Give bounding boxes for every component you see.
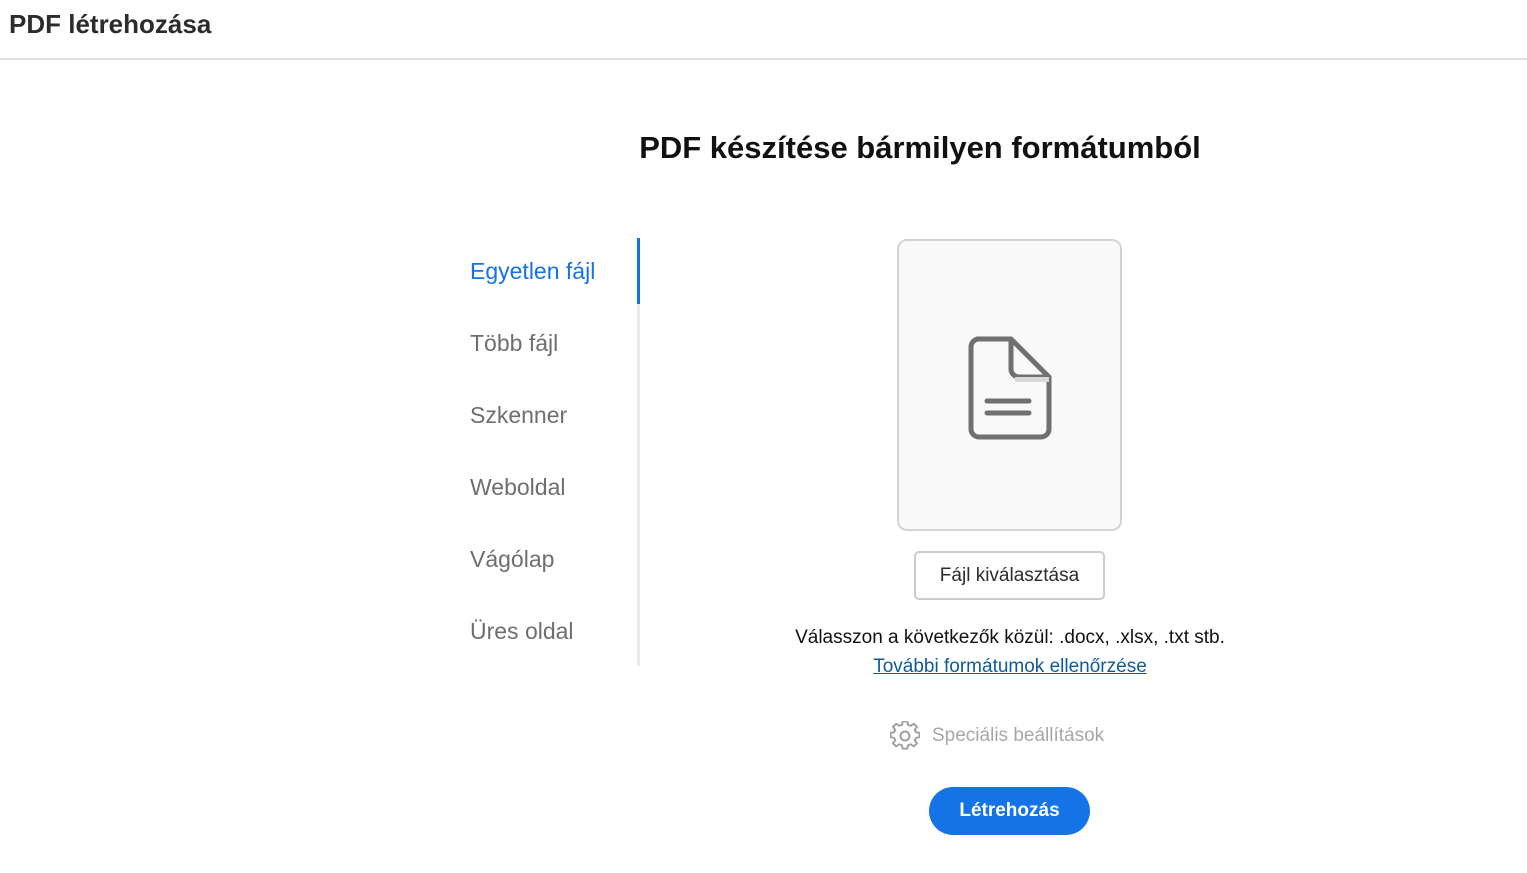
choose-file-button[interactable]: Fájl kiválasztása bbox=[914, 551, 1105, 600]
file-drop-zone[interactable] bbox=[897, 239, 1122, 531]
app-header: PDF létrehozása bbox=[0, 0, 1527, 60]
page-heading: PDF készítése bármilyen formátumból bbox=[639, 130, 1201, 165]
nav-item-webpage[interactable]: Weboldal bbox=[470, 454, 637, 520]
create-button[interactable]: Létrehozás bbox=[929, 787, 1090, 835]
advanced-settings-label: Speciális beállítások bbox=[932, 725, 1105, 746]
nav-item-single-file[interactable]: Egyetlen fájl bbox=[470, 238, 640, 304]
nav-item-multiple-files[interactable]: Több fájl bbox=[470, 310, 637, 376]
more-formats-container: További formátumok ellenőrzése bbox=[760, 654, 1260, 680]
document-icon bbox=[968, 336, 1052, 440]
supported-formats-hint: Válasszon a következők közül: .docx, .xl… bbox=[795, 627, 1225, 648]
more-formats-link[interactable]: További formátumok ellenőrzése bbox=[873, 656, 1147, 677]
nav-item-clipboard[interactable]: Vágólap bbox=[470, 526, 637, 592]
nav-item-scanner[interactable]: Szkenner bbox=[470, 382, 637, 448]
advanced-settings-toggle[interactable]: Speciális beállítások bbox=[890, 721, 1104, 751]
gear-icon bbox=[890, 721, 920, 750]
app-title: PDF létrehozása bbox=[9, 9, 212, 39]
source-type-nav: Egyetlen fájl Több fájl Szkenner Webolda… bbox=[450, 238, 640, 666]
nav-item-blank-page[interactable]: Üres oldal bbox=[470, 598, 637, 664]
